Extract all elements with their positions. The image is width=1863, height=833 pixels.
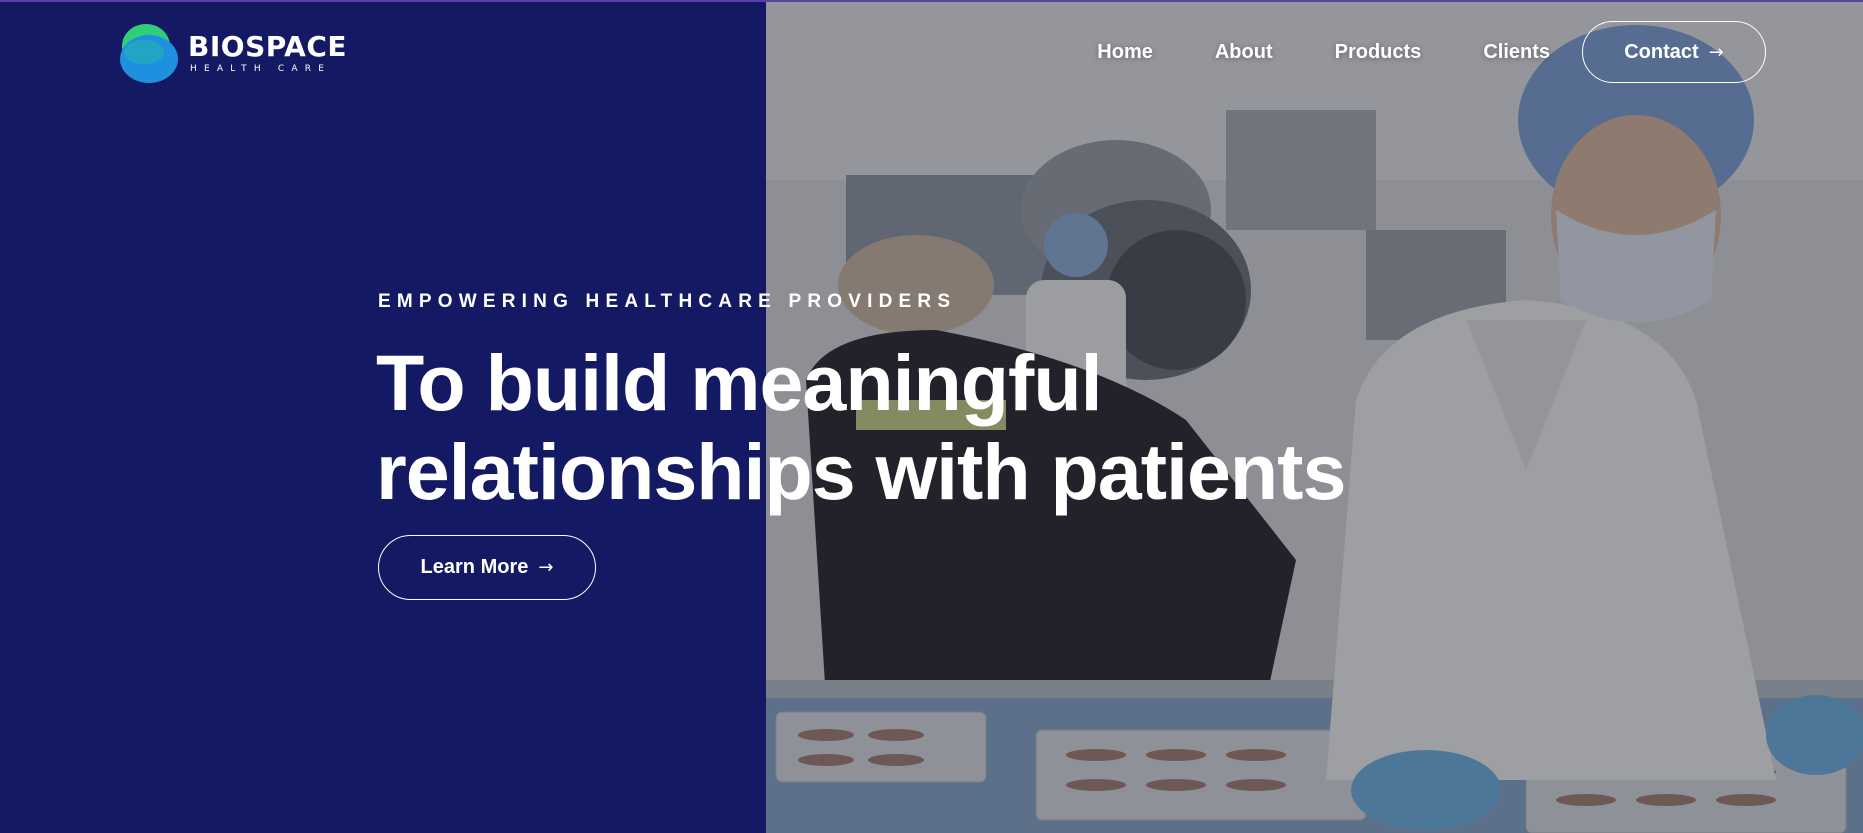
logo-blob-icon bbox=[120, 24, 178, 83]
arrow-right-icon: → bbox=[1708, 41, 1724, 63]
main-nav: Home About Products Clients Contact → bbox=[1097, 20, 1766, 84]
arrow-right-icon: → bbox=[538, 557, 554, 578]
page: BIOSPACE HEALTH CARE Home About Products… bbox=[0, 0, 1863, 833]
learn-more-label: Learn More bbox=[420, 556, 529, 578]
nav-home[interactable]: Home bbox=[1097, 41, 1153, 64]
hero-headline-line2: relationships with patients bbox=[376, 427, 1346, 516]
nav-clients[interactable]: Clients bbox=[1483, 41, 1550, 64]
learn-more-button[interactable]: Learn More → bbox=[378, 535, 596, 600]
hero-headline: To build meaningful relationships with p… bbox=[376, 338, 1476, 516]
contact-button[interactable]: Contact → bbox=[1582, 21, 1766, 83]
hero-headline-line1: To build meaningful bbox=[376, 338, 1103, 427]
top-accent-line bbox=[0, 0, 1863, 2]
contact-button-label: Contact bbox=[1624, 40, 1699, 63]
brand-name: BIOSPACE bbox=[188, 29, 348, 63]
nav-products[interactable]: Products bbox=[1335, 41, 1422, 64]
hero-eyebrow: EMPOWERING HEALTHCARE PROVIDERS bbox=[378, 291, 957, 312]
brand-tagline: HEALTH CARE bbox=[190, 63, 332, 74]
brand-logo[interactable]: BIOSPACE HEALTH CARE bbox=[118, 22, 347, 84]
nav-about[interactable]: About bbox=[1215, 41, 1273, 64]
